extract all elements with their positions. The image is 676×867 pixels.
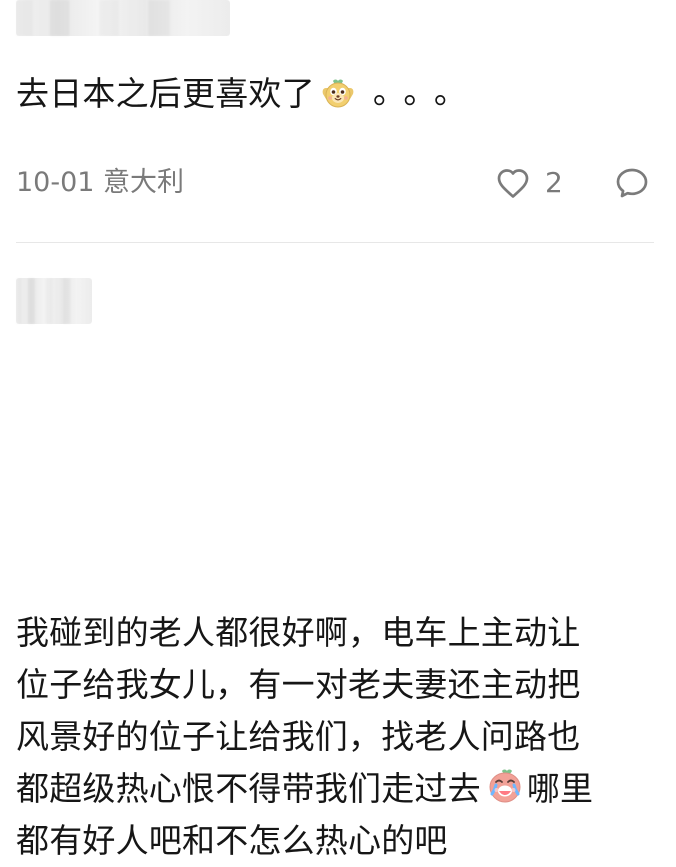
comment-divider <box>16 242 654 243</box>
comment-body: 我碰到的老人都很好啊，电车上主动让 位子给我女儿，有一对老夫妻还主动把 风景好的… <box>16 607 656 867</box>
heart-icon[interactable] <box>496 167 530 199</box>
like-count: 2 <box>545 166 563 199</box>
comment-line-4: 都超级热心恨不得带我们走过去 哪里 <box>16 763 656 815</box>
redacted-username <box>16 0 230 36</box>
like-button[interactable]: 2 <box>496 166 578 200</box>
comment-line-5: 都有好人吧和不怎么热心的吧 <box>16 821 448 860</box>
teary-sticker-icon <box>485 767 525 807</box>
dog-sticker-icon <box>321 76 355 110</box>
comment-line-4-text: 都超级热心恨不得带我们走过去 <box>16 769 481 808</box>
comment-line-3: 风景好的位子让给我们，找老人问路也 <box>16 717 581 756</box>
comment-text-main: 去日本之后更喜欢了 <box>16 74 315 113</box>
comment-bubble-icon[interactable] <box>614 166 650 200</box>
date-location: 10-01 意大利 <box>16 167 185 198</box>
comment-line-1: 我碰到的老人都很好啊，电车上主动让 <box>16 613 581 652</box>
comment-line-2: 位子给我女儿，有一对老夫妻还主动把 <box>16 665 581 704</box>
comment-line-4-suffix: 哪里 <box>526 769 594 808</box>
redacted-username <box>16 278 92 324</box>
comment-meta-row: 10-01 意大利 2 <box>16 166 656 200</box>
comment-ellipsis: 。。。 <box>372 72 481 111</box>
comment-text: 去日本之后更喜欢了 。。。 <box>16 70 656 118</box>
